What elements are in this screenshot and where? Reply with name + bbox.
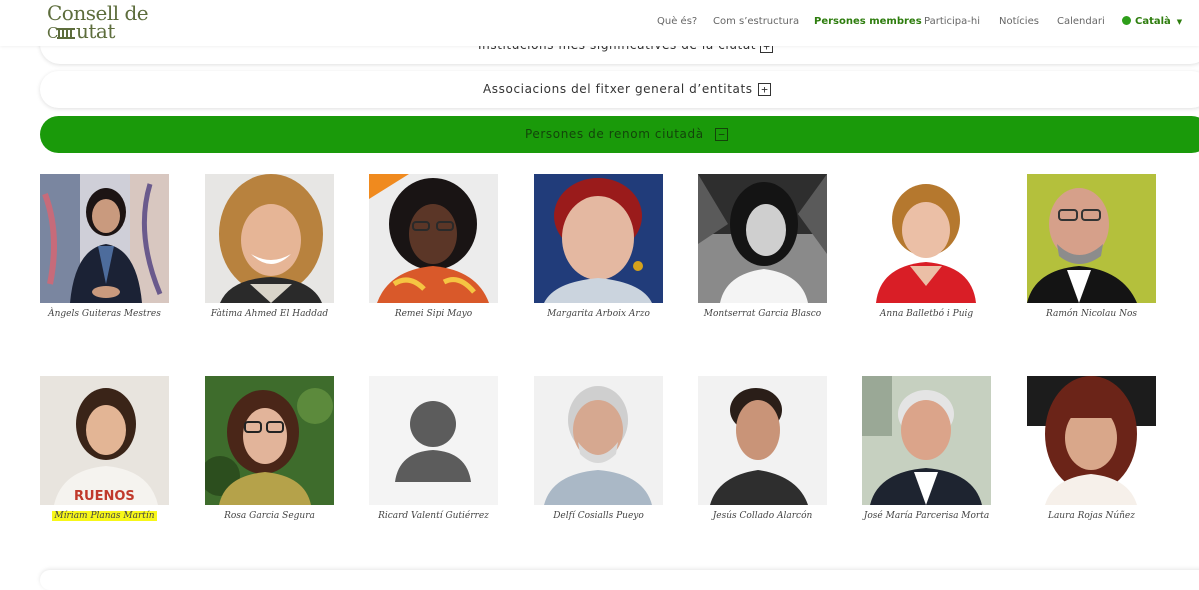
person-photo bbox=[698, 174, 827, 303]
expand-plus-icon[interactable]: + bbox=[758, 83, 771, 96]
svg-text:C: C bbox=[47, 26, 58, 39]
person-name[interactable]: Margarita Arboix Arzo bbox=[514, 309, 683, 319]
person-name[interactable]: José María Parcerisa Morta bbox=[842, 511, 1011, 521]
globe-icon bbox=[1122, 16, 1131, 25]
accordion-associacions[interactable]: Associacions del fitxer general d’entita… bbox=[40, 71, 1199, 108]
person-name[interactable]: Fàtima Ahmed El Haddad bbox=[185, 309, 354, 319]
nav-item-que-es[interactable]: Què és? bbox=[657, 16, 697, 27]
person-name[interactable]: Anna Balletbó i Puig bbox=[842, 309, 1011, 319]
nav-item-persones-membres[interactable]: Persones membres bbox=[814, 16, 922, 27]
person-name[interactable]: Montserrat Garcia Blasco bbox=[678, 309, 847, 319]
person-name[interactable]: Míriam Planas Martín bbox=[20, 511, 189, 521]
person-photo bbox=[40, 174, 169, 303]
person-photo bbox=[369, 174, 498, 303]
site-logo[interactable]: Consell de C utat bbox=[47, 2, 167, 42]
logo-line-2: C utat bbox=[47, 19, 115, 43]
collapse-minus-icon[interactable]: − bbox=[715, 128, 728, 141]
person-name[interactable]: Delfí Cosialls Pueyo bbox=[514, 511, 683, 521]
person-photo bbox=[1027, 174, 1156, 303]
person-photo bbox=[534, 376, 663, 505]
language-selector[interactable]: Català ▼ bbox=[1122, 16, 1182, 27]
person-name[interactable]: Ricard Valentí Gutiérrez bbox=[349, 511, 518, 521]
person-photo bbox=[862, 174, 991, 303]
person-name[interactable]: Rosa Garcia Segura bbox=[185, 511, 354, 521]
person-name-text: Míriam Planas Martín bbox=[52, 511, 157, 521]
nav-item-calendari[interactable]: Calendari bbox=[1057, 16, 1105, 27]
nav-item-participa[interactable]: Participa-hi bbox=[924, 16, 980, 27]
person-name[interactable]: Jesús Collado Alarcón bbox=[678, 511, 847, 521]
accordion-persones-renom-label: Persones de renom ciutadà bbox=[525, 127, 704, 141]
nav-item-estructura[interactable]: Com s’estructura bbox=[713, 16, 799, 27]
next-accordion-edge bbox=[40, 570, 1199, 590]
nav-item-noticies[interactable]: Notícies bbox=[999, 16, 1039, 27]
person-name[interactable]: Laura Rojas Núñez bbox=[1007, 511, 1176, 521]
person-photo bbox=[205, 174, 334, 303]
site-header: Consell de C utat Què és? Com s’estructu… bbox=[0, 0, 1199, 46]
person-name[interactable]: Remei Sipi Mayo bbox=[349, 309, 518, 319]
person-photo bbox=[205, 376, 334, 505]
language-label: Català bbox=[1135, 16, 1171, 27]
svg-text:RUENOS: RUENOS bbox=[74, 489, 135, 504]
person-name[interactable]: Ramón Nicolau Nos bbox=[1007, 309, 1176, 319]
logo-line-2-text: utat bbox=[76, 19, 115, 43]
accordion-associacions-label: Associacions del fitxer general d’entita… bbox=[483, 82, 753, 96]
person-photo bbox=[1027, 376, 1156, 505]
person-photo bbox=[862, 376, 991, 505]
accordion-persones-renom[interactable]: Persones de renom ciutadà − bbox=[40, 116, 1199, 153]
logo-building-icon: C bbox=[47, 23, 75, 42]
person-name[interactable]: Àngels Guiteras Mestres bbox=[20, 309, 189, 319]
avatar-placeholder-icon bbox=[369, 376, 498, 505]
person-photo bbox=[698, 376, 827, 505]
caret-down-icon: ▼ bbox=[1176, 18, 1183, 26]
person-photo bbox=[534, 174, 663, 303]
person-photo: RUENOS bbox=[40, 376, 169, 505]
